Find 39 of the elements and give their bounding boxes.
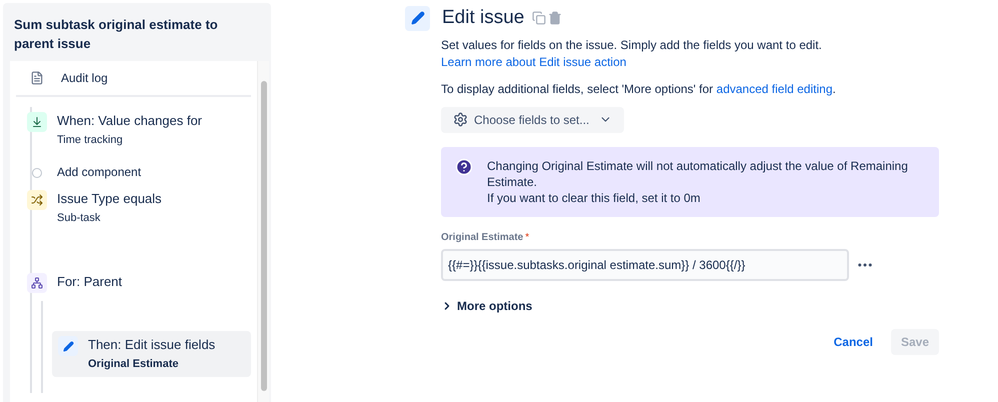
advanced-editing-link[interactable]: advanced field editing <box>716 82 832 96</box>
field-label: Original Estimate <box>441 230 524 244</box>
help-icon <box>455 158 473 176</box>
step-title: Issue Type equals <box>57 190 162 208</box>
choose-fields-button[interactable]: Choose fields to set... <box>441 106 624 132</box>
shuffle-icon <box>27 190 47 210</box>
cancel-button[interactable]: Cancel <box>830 332 877 350</box>
document-icon <box>30 71 44 85</box>
notice-text: If you want to clear this field, set it to 0m <box>487 190 702 206</box>
step-title: Then: Edit issue fields <box>88 336 216 354</box>
step-detail: Time tracking <box>57 133 124 148</box>
audit-log-link[interactable]: Audit log <box>61 69 108 87</box>
estimate-field[interactable]: {{#=}}{{issue.subtasks.original estimate.sum}} / 3600{{/}} <box>441 248 849 280</box>
step-title: When: Value changes for <box>57 112 202 130</box>
copy-icon[interactable] <box>532 11 546 26</box>
step-title: Add component <box>57 164 142 178</box>
step-detail: Original Estimate <box>88 357 180 372</box>
branch-icon <box>27 273 47 293</box>
scrollbar[interactable] <box>257 61 269 402</box>
rule-step[interactable]: Add component <box>21 160 251 182</box>
pencil-icon <box>58 336 78 356</box>
hint-text: To display additional fields, select 'More options' for advanced field editing. <box>441 80 837 98</box>
pencil-icon <box>405 6 430 31</box>
gear-icon <box>453 112 468 127</box>
rule-step[interactable]: Issue Type equals Sub-task <box>21 184 251 230</box>
trigger-icon <box>27 112 47 132</box>
notice-text: Changing Original Estimate will not automatically adjust the value of Remaining Estimate. <box>487 158 909 190</box>
rule-step[interactable]: Then: Edit issue fields Original Estimate <box>52 331 251 376</box>
rule-title: Sum subtask original estimate to parent issue <box>13 16 219 53</box>
trash-icon[interactable] <box>548 11 562 26</box>
learn-more-link[interactable]: Learn more about Edit issue action <box>441 54 626 68</box>
more-options-toggle[interactable]: More options <box>441 296 532 314</box>
description-text: Set values for fields on the issue. Simply add the fields you want to edit. Learn more about Edit issue action <box>441 36 823 70</box>
required-mark: * <box>525 230 530 244</box>
rule-step[interactable]: When: Value changes for Time tracking <box>21 107 251 152</box>
rule-step[interactable]: For: Parent <box>21 268 251 297</box>
step-title: For: Parent <box>57 273 122 291</box>
editor-title: Edit issue <box>442 6 524 30</box>
step-detail: Sub-task <box>57 210 102 226</box>
